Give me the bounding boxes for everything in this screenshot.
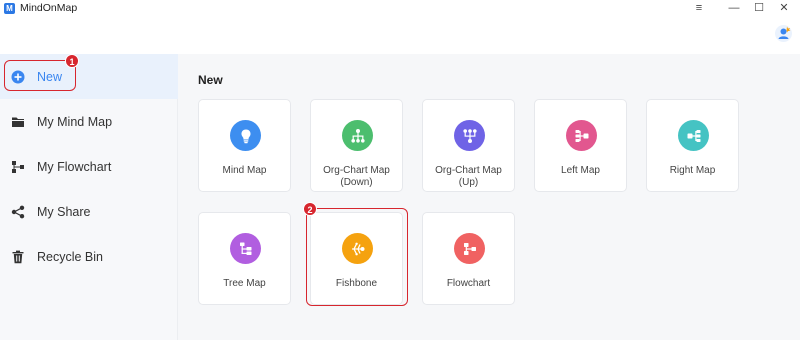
main-panel: New Mind Map Org-Chart Map (Down) Org-Ch… bbox=[178, 54, 800, 340]
sidebar-item-my-flowchart[interactable]: My Flowchart bbox=[0, 144, 178, 189]
lightbulb-icon bbox=[230, 120, 261, 151]
close-button[interactable]: ✕ bbox=[771, 0, 797, 18]
template-card-flowchart[interactable]: Flowchart bbox=[422, 212, 515, 305]
template-card-right-map[interactable]: Right Map bbox=[646, 99, 739, 192]
org-chart-up-icon bbox=[454, 120, 485, 151]
template-label: Tree Map bbox=[223, 278, 266, 289]
user-avatar-icon[interactable] bbox=[775, 25, 792, 42]
left-map-icon bbox=[566, 120, 597, 151]
template-card-org-chart-up[interactable]: Org-Chart Map (Up) bbox=[422, 99, 515, 192]
app-logo-icon: M bbox=[4, 3, 15, 14]
app-header bbox=[0, 18, 800, 54]
maximize-button[interactable]: ☐ bbox=[746, 0, 772, 18]
folder-icon bbox=[12, 117, 24, 127]
app-title: MindOnMap bbox=[20, 2, 78, 14]
template-card-org-chart-down[interactable]: Org-Chart Map (Down) bbox=[310, 99, 403, 192]
sidebar-item-label: My Flowchart bbox=[37, 159, 112, 174]
minimize-button[interactable]: — bbox=[721, 0, 747, 18]
sidebar: New My Mind Map My Flowchart My Share Re… bbox=[0, 54, 178, 340]
template-label: Right Map bbox=[669, 165, 716, 176]
sidebar-item-label: Recycle Bin bbox=[37, 249, 103, 264]
org-chart-down-icon bbox=[342, 120, 373, 151]
step-badge-2: 2 bbox=[303, 202, 317, 216]
template-card-tree-map[interactable]: Tree Map bbox=[198, 212, 291, 305]
menu-icon[interactable]: ≡ bbox=[686, 0, 712, 18]
section-title: New bbox=[198, 73, 223, 87]
sidebar-item-label: My Mind Map bbox=[37, 114, 113, 129]
template-label: Mind Map bbox=[222, 165, 267, 176]
flowchart-icon bbox=[12, 160, 24, 173]
sidebar-item-recycle-bin[interactable]: Recycle Bin bbox=[0, 234, 178, 279]
template-label: Flowchart bbox=[446, 278, 491, 289]
title-bar: M MindOnMap ≡ — ☐ ✕ bbox=[0, 0, 800, 18]
sidebar-item-my-share[interactable]: My Share bbox=[0, 189, 178, 234]
template-card-left-map[interactable]: Left Map bbox=[534, 99, 627, 192]
template-label: Org-Chart Map (Down) bbox=[323, 165, 390, 188]
step-badge-1: 1 bbox=[65, 54, 79, 68]
trash-icon bbox=[12, 250, 24, 263]
template-card-mind-map[interactable]: Mind Map bbox=[198, 99, 291, 192]
flowchart-template-icon bbox=[454, 233, 485, 264]
sidebar-item-label: My Share bbox=[37, 204, 91, 219]
share-icon bbox=[11, 205, 25, 218]
right-map-icon bbox=[678, 120, 709, 151]
template-label: Org-Chart Map (Up) bbox=[435, 165, 502, 188]
highlight-box-fishbone bbox=[306, 208, 408, 306]
template-label: Left Map bbox=[561, 165, 600, 176]
sidebar-item-my-mind-map[interactable]: My Mind Map bbox=[0, 99, 178, 144]
tree-map-icon bbox=[230, 233, 261, 264]
